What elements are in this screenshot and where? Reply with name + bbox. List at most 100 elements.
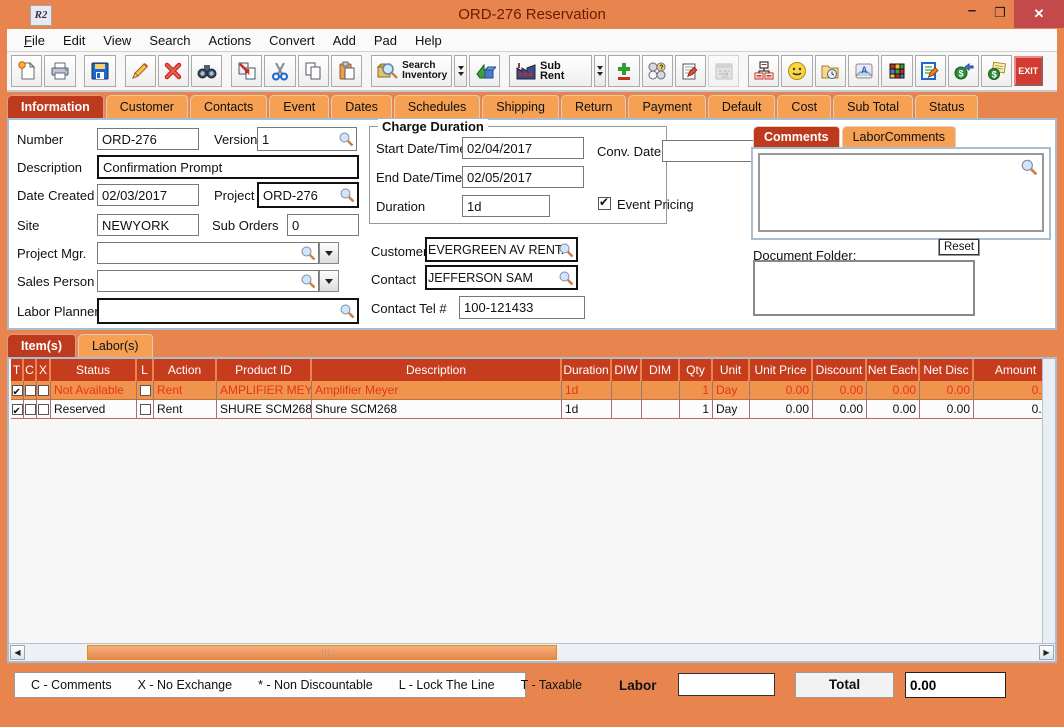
row-l-checkbox[interactable] [140, 404, 151, 415]
find-button[interactable] [191, 55, 222, 87]
conv-date-input[interactable] [663, 141, 753, 161]
col-header-net-each[interactable]: Net Each [867, 359, 920, 381]
reset-button[interactable]: Reset [939, 239, 979, 255]
people-query-button[interactable]: ? [642, 55, 673, 87]
col-header-dim[interactable]: DIM [642, 359, 680, 381]
site-input[interactable] [98, 215, 198, 235]
sub-orders-input[interactable] [288, 215, 358, 235]
number-input[interactable] [98, 129, 198, 149]
menu-edit[interactable]: Edit [54, 33, 94, 48]
tab-contacts[interactable]: Contacts [190, 95, 267, 118]
transfer-button[interactable] [231, 55, 262, 87]
smiley-button[interactable] [781, 55, 812, 87]
menu-search[interactable]: Search [140, 33, 199, 48]
menu-file[interactable]: File [15, 33, 54, 48]
sub-rent-button[interactable]: Sub Rent [509, 55, 592, 87]
tab-dates[interactable]: Dates [331, 95, 392, 118]
notepad-button[interactable] [675, 55, 706, 87]
col-header-description[interactable]: Description [312, 359, 562, 381]
version-input[interactable] [258, 128, 338, 150]
edit-button[interactable] [125, 55, 156, 87]
col-header-net-disc[interactable]: Net Disc [920, 359, 974, 381]
project-mgr-input[interactable] [98, 243, 300, 263]
search-icon[interactable] [338, 131, 354, 147]
col-header-unit[interactable]: Unit [713, 359, 750, 381]
print-button[interactable] [44, 55, 75, 87]
search-icon[interactable] [339, 303, 355, 319]
col-header-product-id[interactable]: Product ID [217, 359, 312, 381]
col-header-diw[interactable]: DIW [612, 359, 642, 381]
search-inventory-button[interactable]: SearchInventory [371, 55, 452, 87]
sales-person-input[interactable] [98, 271, 300, 291]
scroll-left-arrow[interactable]: ◀ [10, 645, 25, 660]
col-header-status[interactable]: Status [51, 359, 137, 381]
search-icon[interactable] [558, 242, 574, 258]
description-input[interactable] [99, 157, 357, 177]
scroll-right-arrow[interactable]: ▶ [1039, 645, 1054, 660]
col-header-qty[interactable]: Qty [680, 359, 713, 381]
end-date-input[interactable] [463, 167, 583, 187]
horizontal-scrollbar[interactable]: ◀ ▶ [9, 643, 1055, 661]
row-t-checkbox[interactable] [12, 404, 23, 415]
tab-customer[interactable]: Customer [106, 95, 188, 118]
tab-shipping[interactable]: Shipping [482, 95, 559, 118]
customer-input[interactable] [427, 239, 570, 260]
project-mgr-dropdown[interactable] [319, 242, 339, 264]
row-c-checkbox[interactable] [25, 385, 36, 396]
menu-actions[interactable]: Actions [200, 33, 261, 48]
vertical-scrollbar[interactable] [1042, 359, 1055, 644]
save-button[interactable] [84, 55, 115, 87]
org-chart-button[interactable] [748, 55, 779, 87]
cube-stack-button[interactable] [881, 55, 912, 87]
minimize-button[interactable]: – [958, 0, 986, 28]
tab-labor-comments[interactable]: LaborComments [842, 126, 956, 148]
tab-default[interactable]: Default [708, 95, 776, 118]
col-header-x[interactable]: X [37, 359, 51, 381]
col-header-l[interactable]: L [137, 359, 154, 381]
row-t-checkbox[interactable] [12, 385, 23, 396]
sales-person-dropdown[interactable] [319, 270, 339, 292]
paste-button[interactable] [331, 55, 362, 87]
search-inventory-dropdown[interactable] [454, 55, 467, 87]
search-icon[interactable] [1020, 158, 1038, 176]
date-created-input[interactable] [98, 185, 198, 205]
row-c-checkbox[interactable] [25, 404, 36, 415]
labor-total-input[interactable] [678, 673, 775, 696]
tab-schedules[interactable]: Schedules [394, 95, 480, 118]
dollar-receipt-button[interactable]: $ [981, 55, 1012, 87]
add-item-button[interactable] [608, 55, 639, 87]
col-header-duration[interactable]: Duration [562, 359, 612, 381]
menu-help[interactable]: Help [406, 33, 451, 48]
shapes-button[interactable] [469, 55, 500, 87]
note-edit-button[interactable] [915, 55, 946, 87]
exit-button[interactable]: EXIT [1014, 56, 1043, 86]
table-row[interactable]: Not Available Rent AMPLIFIER MEY... Ampl… [11, 381, 1045, 400]
maximize-button[interactable]: ❐ [986, 0, 1014, 28]
total-value-input[interactable] [905, 672, 1006, 698]
contact-input[interactable] [427, 267, 558, 288]
close-button[interactable]: ✕ [1014, 0, 1064, 28]
tab-comments[interactable]: Comments [753, 126, 840, 148]
tab-cost[interactable]: Cost [777, 95, 831, 118]
table-row[interactable]: Reserved Rent SHURE SCM268 Shure SCM268 … [11, 400, 1045, 419]
dollar-transfer-button[interactable]: $ [948, 55, 979, 87]
contact-tel-input[interactable] [460, 297, 584, 318]
delete-button[interactable] [158, 55, 189, 87]
search-icon[interactable] [300, 273, 316, 289]
menu-convert[interactable]: Convert [260, 33, 324, 48]
row-x-checkbox[interactable] [38, 385, 49, 396]
copy-button[interactable] [298, 55, 329, 87]
col-header-amount[interactable]: Amount [974, 359, 1045, 381]
tab-labors[interactable]: Labor(s) [78, 334, 153, 357]
search-icon[interactable] [558, 270, 574, 286]
menu-pad[interactable]: Pad [365, 33, 406, 48]
comments-textarea[interactable] [760, 155, 1042, 230]
row-l-checkbox[interactable] [140, 385, 151, 396]
cut-button[interactable] [264, 55, 295, 87]
sub-rent-dropdown[interactable] [594, 55, 607, 87]
tab-return[interactable]: Return [561, 95, 627, 118]
keyboard-key-button[interactable]: A [848, 55, 879, 87]
tab-payment[interactable]: Payment [628, 95, 705, 118]
project-input[interactable] [259, 184, 339, 206]
new-document-button[interactable] [11, 55, 42, 87]
